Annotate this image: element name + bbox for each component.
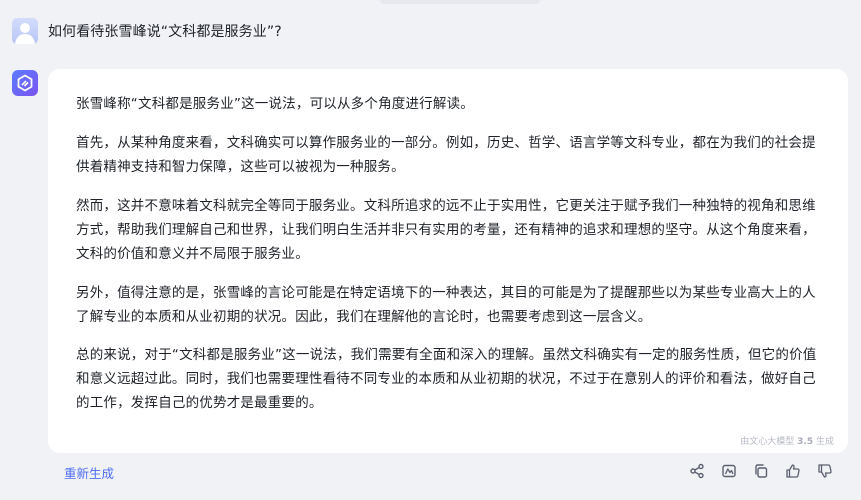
answer-actions bbox=[681, 460, 841, 482]
bot-avatar bbox=[12, 70, 38, 96]
answer-card: 张雪峰称“文科都是服务业”这一说法，可以从多个角度进行解读。 首先，从某种角度来… bbox=[48, 69, 848, 453]
thumbs-down-icon bbox=[818, 464, 832, 478]
regenerate-button[interactable]: 重新生成 bbox=[64, 463, 114, 482]
user-avatar bbox=[12, 18, 38, 44]
user-message-row: 如何看待张雪峰说“文科都是服务业”? bbox=[12, 17, 282, 45]
answer-paragraph: 首先，从某种角度来看，文科确实可以算作服务业的一部分。例如，历史、哲学、语言学等… bbox=[76, 135, 816, 175]
user-avatar-icon bbox=[15, 23, 35, 44]
image-button[interactable] bbox=[713, 460, 745, 482]
user-question: 如何看待张雪峰说“文科都是服务业”? bbox=[48, 24, 282, 40]
thumbs-up-button[interactable] bbox=[777, 460, 809, 482]
answer-paragraph: 然而，这并不意味着文科就完全等同于服务业。文科所追求的远不止于实用性，它更关注于… bbox=[76, 198, 816, 262]
image-icon bbox=[722, 464, 736, 478]
bot-logo-icon bbox=[17, 74, 33, 92]
model-tag-suffix: 生成 bbox=[815, 437, 834, 447]
model-tag-prefix: 由文心大模型 bbox=[740, 437, 795, 447]
copy-icon bbox=[755, 464, 768, 478]
thumbs-down-button[interactable] bbox=[809, 460, 841, 482]
copy-button[interactable] bbox=[745, 460, 777, 482]
share-button[interactable] bbox=[681, 460, 713, 482]
answer-paragraph: 张雪峰称“文科都是服务业”这一说法，可以从多个角度进行解读。 bbox=[76, 96, 474, 112]
share-icon bbox=[690, 463, 704, 479]
answer-paragraph: 另外，值得注意的是，张雪峰的言论可能是在特定语境下的一种表达，其目的可能是为了提… bbox=[76, 285, 816, 325]
model-tag-version: 3.5 bbox=[797, 437, 814, 447]
thumbs-up-icon bbox=[786, 464, 800, 478]
answer-paragraph: 总的来说，对于“文科都是服务业”这一说法，我们需要有全面和深入的理解。虽然文科确… bbox=[76, 347, 817, 411]
top-scroll-indicator bbox=[380, 0, 540, 4]
model-tag: 由文心大模型 3.5 生成 bbox=[740, 434, 834, 447]
